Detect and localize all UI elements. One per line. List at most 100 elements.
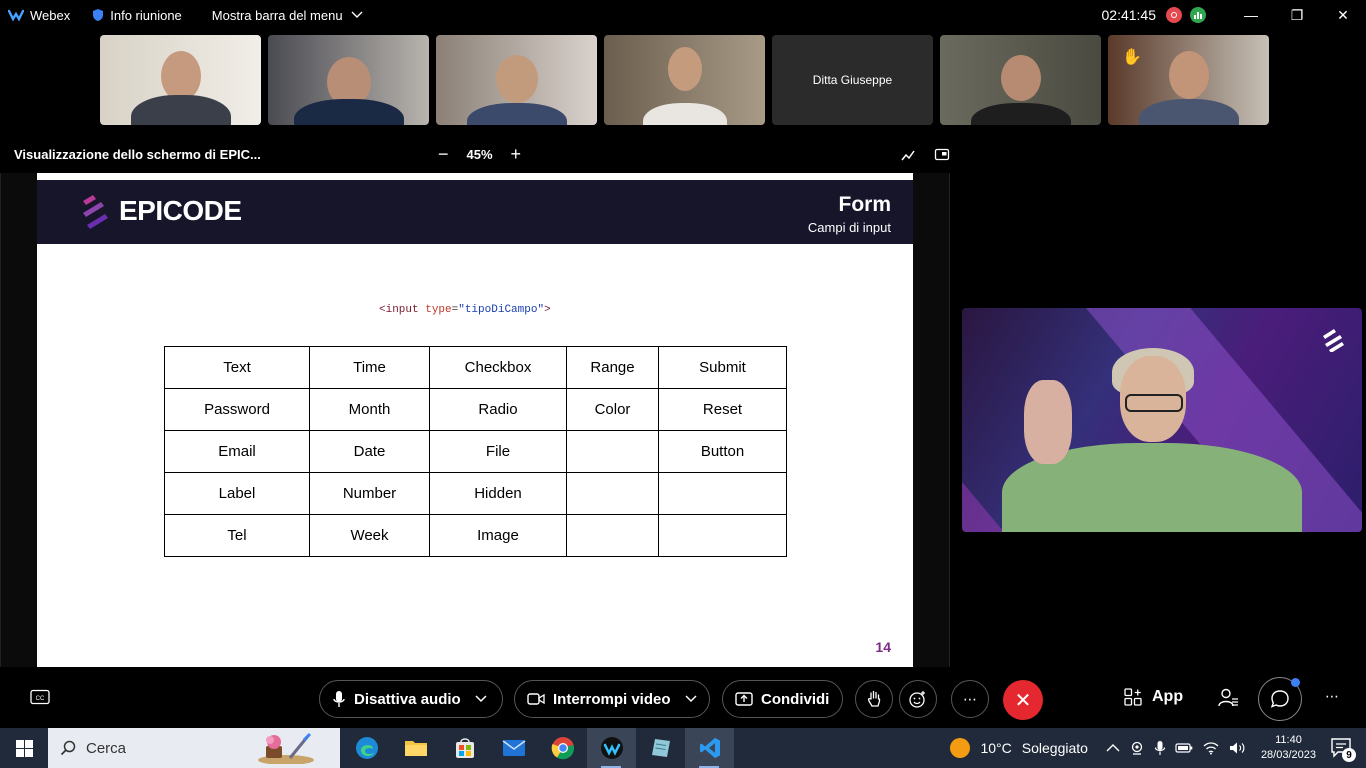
volume-icon[interactable]: [1229, 741, 1247, 755]
zoom-level: 45%: [466, 146, 493, 162]
meeting-controls: CC Disattiva audio Interrompi video Cond…: [0, 672, 1366, 724]
table-cell: Hidden: [429, 472, 567, 515]
avatar: [160, 51, 201, 101]
search-icon: [60, 740, 76, 756]
search-highlight-art: [258, 732, 314, 764]
share-label: Condividi: [761, 690, 830, 708]
chevron-down-icon[interactable]: [475, 695, 487, 703]
app-name: Webex: [30, 7, 71, 23]
tray-icons: [1106, 740, 1247, 756]
chevron-up-icon[interactable]: [1106, 743, 1120, 753]
restore-button[interactable]: ❐: [1274, 0, 1320, 30]
chevron-down-icon[interactable]: [685, 695, 697, 703]
leave-meeting-button[interactable]: ✕: [1003, 680, 1043, 720]
taskbar-chrome[interactable]: [538, 728, 587, 768]
table-cell: Month: [309, 388, 430, 431]
network-stats-icon[interactable]: [1190, 7, 1206, 23]
zoom-in-button[interactable]: +: [511, 145, 522, 163]
participants-icon[interactable]: [1217, 687, 1239, 709]
taskbar-notes[interactable]: [636, 728, 685, 768]
notes-icon: [651, 739, 670, 757]
participant-tile[interactable]: [268, 35, 429, 125]
microphone-icon: [333, 691, 345, 707]
table-cell: Date: [309, 430, 430, 473]
reactions-button[interactable]: [899, 680, 937, 718]
apps-icon: [1124, 688, 1142, 706]
weather-temperature: 10°C: [980, 740, 1012, 756]
participant-tile[interactable]: [940, 35, 1101, 125]
show-menu-bar-label: Mostra barra del menu: [211, 7, 343, 23]
chat-button[interactable]: [1258, 677, 1302, 721]
zoom-out-button[interactable]: −: [438, 145, 449, 163]
avatar-body: [466, 103, 567, 125]
taskbar-clock[interactable]: 11:40 28/03/2023: [1261, 733, 1316, 763]
code-open: <input: [379, 304, 426, 316]
participant-tile[interactable]: [436, 35, 597, 125]
chevron-down-icon: [351, 11, 363, 18]
presenter-glasses: [1125, 394, 1183, 412]
start-button[interactable]: [0, 728, 48, 768]
annotate-icon[interactable]: [900, 147, 916, 163]
weather-widget[interactable]: 10°C Soleggiato: [950, 738, 1088, 758]
more-options-button[interactable]: ⋯: [951, 680, 989, 718]
notification-count: 9: [1342, 748, 1356, 762]
input-types-table: Text Time Checkbox Range Submit Password…: [164, 346, 787, 557]
taskbar-store[interactable]: [440, 728, 489, 768]
webcam-icon[interactable]: [1129, 740, 1145, 756]
minimize-button[interactable]: —: [1228, 0, 1274, 30]
taskbar-edge[interactable]: [342, 728, 391, 768]
epicode-mark-icon: [1323, 329, 1344, 352]
table-cell: Submit: [658, 346, 787, 389]
participant-tile[interactable]: [100, 35, 261, 125]
battery-icon[interactable]: [1175, 742, 1193, 754]
raise-hand-button[interactable]: [855, 680, 893, 718]
stop-video-button[interactable]: Interrompi video: [514, 680, 710, 718]
close-window-button[interactable]: ✕: [1320, 0, 1366, 30]
table-row: Text Time Checkbox Range Submit: [164, 346, 787, 389]
share-title: Visualizzazione dello schermo di EPIC...: [14, 147, 261, 162]
epicode-logo: EPICODE: [79, 193, 242, 229]
search-placeholder: Cerca: [86, 739, 127, 757]
taskbar-webex[interactable]: [587, 728, 636, 768]
presenter-video[interactable]: [962, 308, 1362, 532]
captions-icon[interactable]: CC: [30, 689, 50, 705]
table-cell: [566, 430, 659, 473]
table-cell: [658, 472, 787, 515]
show-menu-bar-button[interactable]: Mostra barra del menu: [212, 8, 363, 23]
table-cell: [566, 472, 659, 515]
chrome-icon: [551, 737, 574, 760]
avatar: [1168, 51, 1209, 99]
participant-tile[interactable]: Ditta Giuseppe: [772, 35, 933, 125]
participant-tile[interactable]: [604, 35, 765, 125]
table-cell: Text: [164, 346, 310, 389]
store-icon: [455, 738, 474, 758]
more-panels-button[interactable]: ⋯: [1325, 688, 1339, 705]
slide-page-number: 14: [875, 639, 891, 655]
taskbar-explorer[interactable]: [391, 728, 440, 768]
share-screen-icon: [735, 692, 753, 706]
participant-name: Ditta Giuseppe: [812, 73, 893, 87]
meeting-info-button[interactable]: Info riunione: [92, 8, 182, 23]
table-row: Password Month Radio Color Reset: [164, 388, 787, 431]
taskbar-search[interactable]: Cerca: [48, 728, 340, 768]
code-close: >: [544, 304, 551, 316]
apps-label: App: [1152, 688, 1184, 705]
share-button[interactable]: Condividi: [722, 680, 843, 718]
unread-indicator: [1291, 678, 1300, 687]
taskbar-mail[interactable]: [489, 728, 538, 768]
sun-icon: [950, 738, 971, 758]
windows-taskbar: Cerca 10°C Soleggiato 11:40 28/03/2023 9: [0, 728, 1366, 768]
table-cell: Password: [164, 388, 310, 431]
recording-icon[interactable]: [1166, 7, 1182, 23]
taskbar-vscode[interactable]: [685, 728, 734, 768]
table-cell: [566, 514, 659, 557]
notification-center-button[interactable]: 9: [1330, 736, 1356, 762]
table-row: Tel Week Image: [164, 514, 787, 557]
table-cell: Range: [566, 346, 659, 389]
wifi-icon[interactable]: [1202, 741, 1220, 755]
participant-tile[interactable]: ✋: [1108, 35, 1269, 125]
popout-icon[interactable]: [934, 147, 950, 163]
apps-button[interactable]: App: [1124, 688, 1183, 706]
microphone-icon[interactable]: [1154, 740, 1166, 756]
mute-button[interactable]: Disattiva audio: [319, 680, 503, 718]
